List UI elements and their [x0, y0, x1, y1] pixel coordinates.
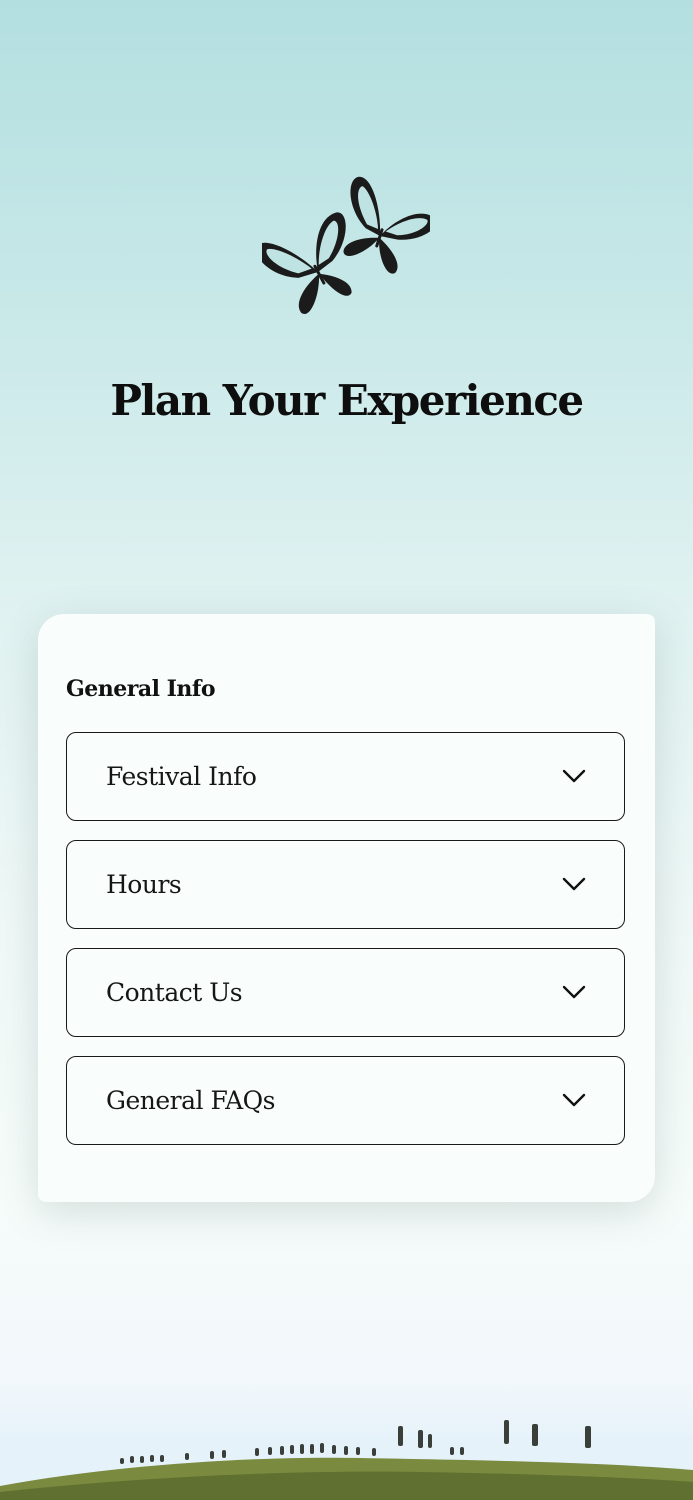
page-title: Plan Your Experience [110, 376, 584, 425]
chevron-down-icon [562, 985, 586, 999]
accordion-festival-info[interactable]: Festival Info [66, 732, 625, 821]
accordion-label: Hours [106, 870, 182, 899]
chevron-down-icon [562, 1093, 586, 1107]
butterflies-icon [262, 176, 430, 315]
accordion-general-faqs[interactable]: General FAQs [66, 1056, 625, 1145]
accordion-contact-us[interactable]: Contact Us [66, 948, 625, 1037]
chevron-down-icon [562, 769, 586, 783]
accordion-label: Contact Us [106, 978, 243, 1007]
hillside-photo [0, 1420, 693, 1500]
accordion-label: General FAQs [106, 1086, 276, 1115]
section-heading: General Info [66, 676, 216, 702]
chevron-down-icon [562, 877, 586, 891]
general-info-card: General Info Festival Info Hours Contact… [38, 614, 655, 1202]
accordion-hours[interactable]: Hours [66, 840, 625, 929]
accordion-label: Festival Info [106, 762, 257, 791]
